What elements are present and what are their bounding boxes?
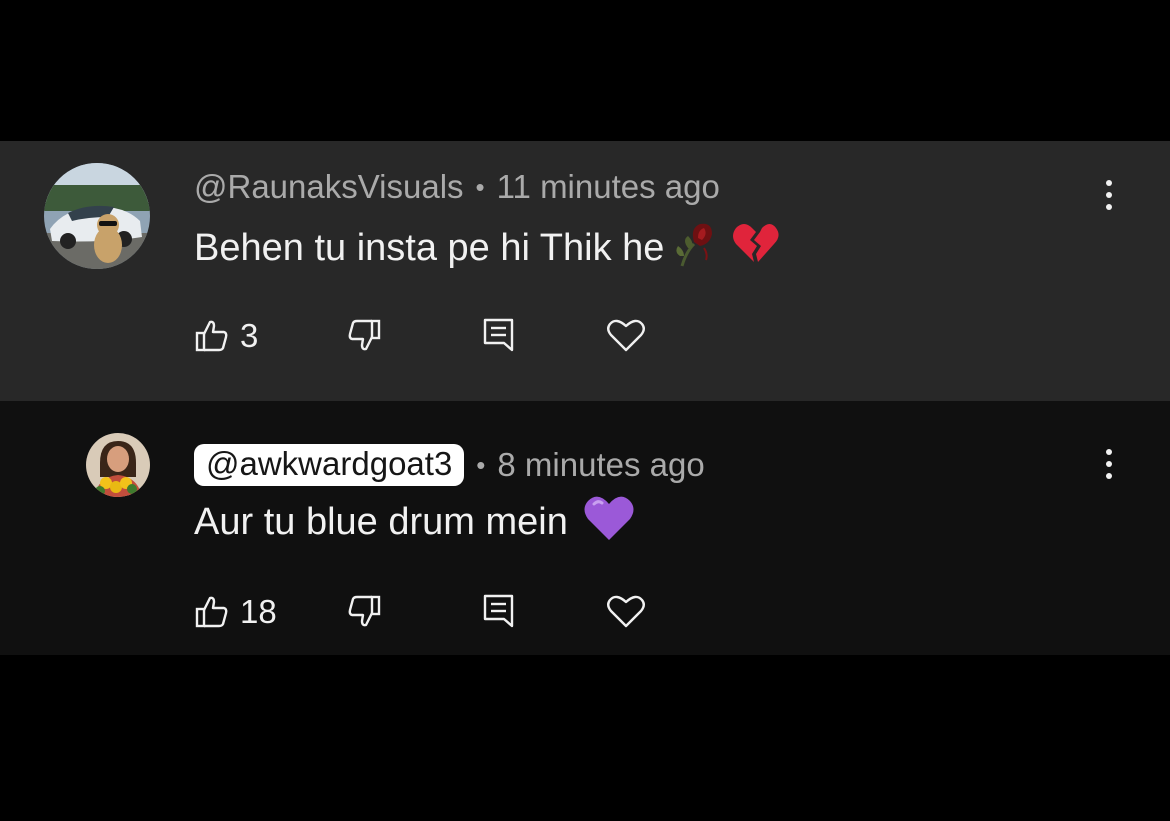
- avatar-photo: [86, 433, 150, 497]
- avatar-photo: [44, 163, 150, 269]
- thumbs-down-icon: [348, 595, 381, 627]
- like-button[interactable]: 18: [194, 593, 277, 631]
- thumbs-up-icon: [195, 596, 228, 628]
- author-handle-highlighted[interactable]: @awkwardgoat3: [194, 444, 465, 486]
- comment-item: @awkwardgoat3 • 8 minutes ago Aur tu blu…: [0, 401, 1170, 655]
- wilted-rose-emoji: [672, 218, 722, 278]
- dislike-button[interactable]: [346, 317, 382, 353]
- more-options-icon[interactable]: [1096, 439, 1122, 489]
- reply-button[interactable]: [482, 317, 516, 353]
- heart-icon: [607, 595, 645, 628]
- reply-icon: [483, 318, 514, 352]
- more-options-icon[interactable]: [1096, 170, 1122, 220]
- dislike-button[interactable]: [346, 593, 382, 629]
- comment-meta: @awkwardgoat3 • 8 minutes ago: [194, 439, 705, 491]
- purple-heart-emoji: [582, 492, 636, 552]
- comment-meta: @RaunaksVisuals • 11 minutes ago: [194, 165, 720, 209]
- comment-item: @RaunaksVisuals • 11 minutes ago Behen t…: [0, 141, 1170, 401]
- heart-button[interactable]: [606, 593, 646, 629]
- letterbox-bottom: [0, 655, 1170, 821]
- like-button[interactable]: 3: [194, 317, 258, 355]
- author-handle[interactable]: @RaunaksVisuals: [194, 168, 464, 206]
- avatar[interactable]: [86, 433, 150, 497]
- heart-icon: [607, 319, 645, 352]
- avatar[interactable]: [44, 163, 150, 269]
- separator-dot: •: [476, 449, 486, 480]
- letterbox-top: [0, 0, 1170, 141]
- timestamp: 8 minutes ago: [497, 446, 705, 483]
- thumbs-down-icon: [348, 319, 381, 351]
- comment-text-row: Behen tu insta pe hi Thik he: [194, 223, 780, 273]
- comment-text: Aur tu blue drum mein: [194, 500, 568, 543]
- reply-icon: [483, 594, 514, 628]
- timestamp: 11 minutes ago: [496, 168, 720, 205]
- reply-button[interactable]: [482, 593, 516, 629]
- comment-text-row: Aur tu blue drum mein: [194, 496, 636, 547]
- comment-text: Behen tu insta pe hi Thik he: [194, 226, 665, 269]
- separator-dot: •: [475, 171, 485, 202]
- like-count: 18: [240, 593, 277, 630]
- heart-button[interactable]: [606, 317, 646, 353]
- broken-heart-emoji: [730, 218, 780, 278]
- like-count: 3: [240, 317, 259, 354]
- thumbs-up-icon: [195, 320, 228, 352]
